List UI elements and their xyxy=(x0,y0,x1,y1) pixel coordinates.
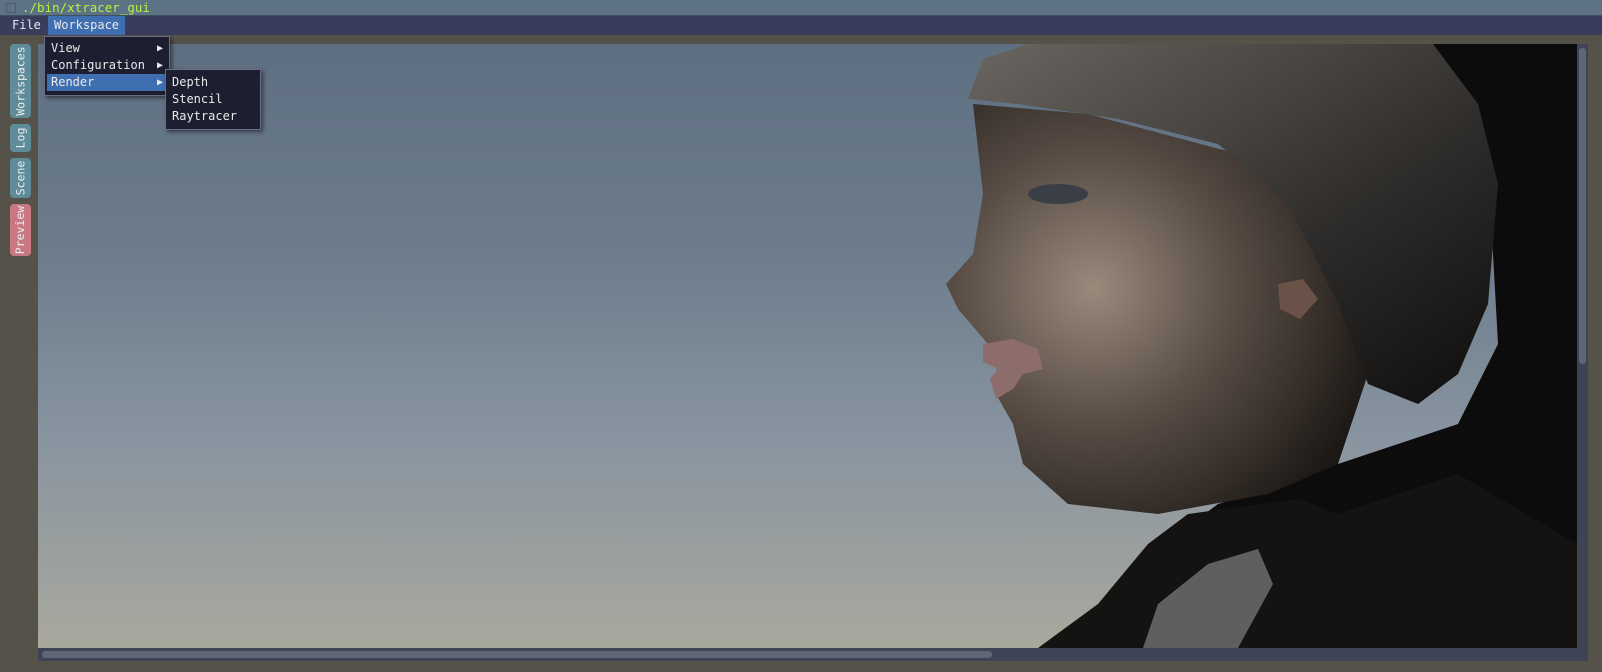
tab-scene[interactable]: Scene xyxy=(10,158,31,198)
submenu-item-raytracer[interactable]: Raytracer xyxy=(168,108,258,125)
render-viewport[interactable] xyxy=(38,44,1577,648)
window-title: ./bin/xtracer_gui xyxy=(22,0,150,15)
tab-preview-label: Preview xyxy=(13,205,28,255)
tab-log-label: Log xyxy=(13,127,28,149)
workspace-menu-dropdown: View ▶ Configuration ▶ Render ▶ xyxy=(44,36,170,96)
submenu-arrow-icon: ▶ xyxy=(156,77,163,88)
submenu-item-depth[interactable]: Depth xyxy=(168,74,258,91)
rendered-portrait-image xyxy=(946,44,1577,648)
tab-preview[interactable]: Preview xyxy=(10,204,31,256)
menu-item-render-label: Render xyxy=(51,75,95,89)
tab-log[interactable]: Log xyxy=(10,124,31,152)
menu-item-configuration[interactable]: Configuration ▶ xyxy=(47,57,167,74)
menu-bar: File Workspace xyxy=(0,16,1602,35)
menu-item-render[interactable]: Render ▶ xyxy=(47,74,167,91)
menu-file[interactable]: File xyxy=(6,16,47,35)
submenu-arrow-icon: ▶ xyxy=(156,60,163,71)
menu-workspace[interactable]: Workspace xyxy=(48,16,126,35)
tab-workspaces-label: Workspaces xyxy=(13,46,28,116)
side-tab-rail: Workspaces Log Scene Preview xyxy=(0,36,38,672)
submenu-arrow-icon: ▶ xyxy=(156,43,163,54)
vertical-scrollbar[interactable] xyxy=(1577,44,1588,648)
tab-scene-label: Scene xyxy=(13,160,28,196)
window-titlebar: ./bin/xtracer_gui xyxy=(0,0,1602,16)
tab-workspaces[interactable]: Workspaces xyxy=(10,44,31,118)
submenu-item-stencil[interactable]: Stencil xyxy=(168,91,258,108)
menu-item-view[interactable]: View ▶ xyxy=(47,40,167,57)
menu-item-view-label: View xyxy=(51,41,80,55)
horizontal-scroll-thumb[interactable] xyxy=(42,651,992,658)
vertical-scroll-thumb[interactable] xyxy=(1579,48,1586,364)
render-submenu-dropdown: Depth Stencil Raytracer xyxy=(165,69,261,130)
menu-item-configuration-label: Configuration xyxy=(51,58,145,72)
horizontal-scrollbar[interactable] xyxy=(38,648,1588,661)
window-grip-icon[interactable] xyxy=(6,3,16,13)
